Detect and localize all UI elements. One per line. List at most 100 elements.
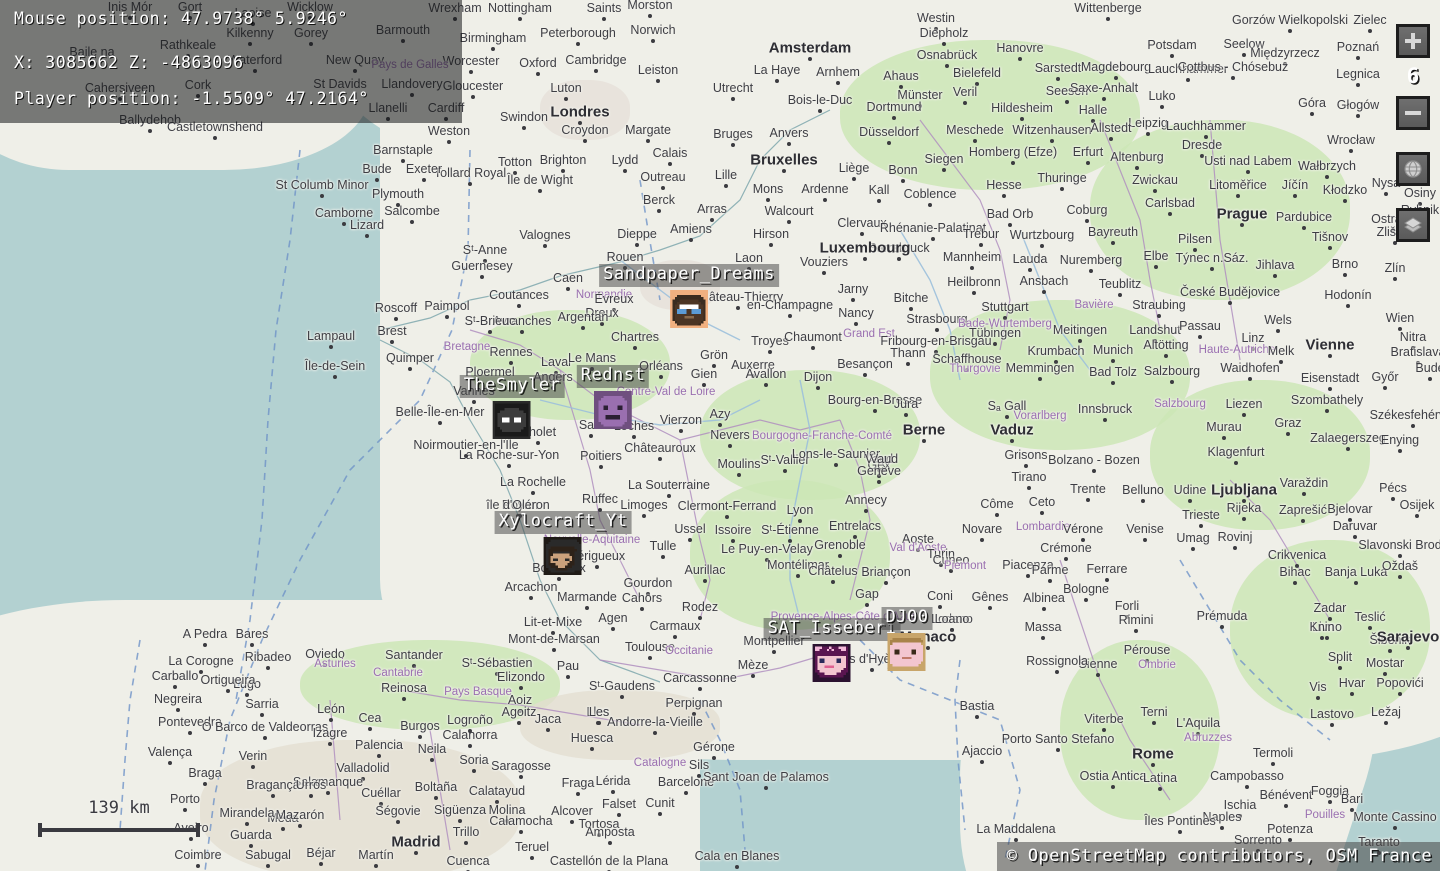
map-city-dot [1391,228,1395,232]
map-city-dot [1106,17,1110,21]
map-city-dot [764,786,768,790]
map-city-dot [365,234,369,238]
map-city-dot [1042,290,1046,294]
map-city-dot [1416,361,1420,365]
minus-icon [1405,111,1421,115]
player-marker[interactable]: TheSmyler [459,375,565,439]
map-city-dot [471,95,475,99]
map-city-dot [787,142,791,146]
map-city-dot [632,435,636,439]
map-city-dot [1384,192,1388,196]
map-city-dot [899,85,903,89]
map-city-dot [251,765,255,769]
map-city-dot [422,178,426,182]
map-city-dot [320,194,324,198]
map-city-dot [863,373,867,377]
map-city-dot [323,663,327,667]
map-city-dot [718,423,722,427]
map-city-dot [1222,436,1226,440]
map-city-dot [495,800,499,804]
map-city-dot [578,121,582,125]
zoom-out-button[interactable] [1396,96,1430,130]
player-marker[interactable]: SAT_Isseberi [763,618,901,682]
map-city-dot [148,129,152,133]
map-layers-button[interactable] [1396,208,1430,242]
map-city-dot [1154,265,1158,269]
map-city-dot [882,468,886,472]
map-city-dot [1158,787,1162,791]
map-city-dot [703,579,707,583]
map-city-dot [1111,359,1115,363]
map-city-dot [1273,274,1277,278]
player-nametag: DJ00 [881,607,933,630]
map-city-dot [877,199,881,203]
map-city-dot [1236,194,1240,198]
map-city-dot [507,464,511,468]
map-city-dot [1279,360,1283,364]
map-city-dot [1020,117,1024,121]
scale-bar-tick-left [38,823,42,837]
map-city-dot [939,563,943,567]
map-city-dot [1078,339,1082,343]
map-city-dot [938,605,942,609]
map-city-dot [464,841,468,845]
map-city-dot [1084,598,1088,602]
map-city-dot [173,685,177,689]
map-city-dot [950,628,954,632]
map-city-dot [368,727,372,731]
map-city-dot [1242,413,1246,417]
map-city-dot [546,728,550,732]
map-city-dot [877,468,881,472]
projection-button[interactable] [1396,152,1430,186]
map-city-dot [583,139,587,143]
map-city-dot [1428,377,1432,381]
player-marker[interactable]: Rednst [576,365,650,429]
map-city-dot [818,109,822,113]
map-city-dot [342,222,346,226]
map-city-dot [408,367,412,371]
map-city-dot [918,104,922,108]
player-marker[interactable]: DJ00 [881,607,933,671]
map-city-dot [418,735,422,739]
scale-bar-graphic [38,823,200,837]
map-city-dot [266,864,270,868]
map-city-dot [970,266,974,270]
map-city-dot [519,775,523,779]
map-city-dot [697,774,701,778]
map-application: WrexhamNottinghamSaintsMorstonWestinWitt… [0,0,1440,871]
map-city-dot [1085,219,1089,223]
map-city-dot [1200,154,1204,158]
player-marker[interactable]: Sandpaper_Dreams [599,264,779,328]
map-city-dot [1081,538,1085,542]
map-canvas[interactable]: WrexhamNottinghamSaintsMorstonWestinWitt… [0,0,1440,871]
map-city-dot [653,731,657,735]
map-city-dot [651,39,655,43]
player-position-text: Player position: -1.5509° 47.2164° [14,89,369,108]
map-city-dot [531,491,535,495]
map-city-dot [1024,464,1028,468]
world-coordinates-text: X: 3085662 Z: -4863096 [14,53,244,72]
debug-info-overlay: Mouse position: 47.9738° 5.9246° X: 3085… [0,0,462,123]
map-city-dot [765,558,769,562]
mouse-position-text: Mouse position: 47.9738° 5.9246° [14,9,348,28]
map-city-dot [611,790,615,794]
attribution-text[interactable]: © OpenStreetMap contributors, OSM France [996,842,1440,871]
map-city-dot [808,57,812,61]
map-city-dot [988,606,992,610]
map-city-dot [692,712,696,716]
map-city-dot [822,271,826,275]
map-city-dot [1271,762,1275,766]
map-city-dot [1055,670,1059,674]
map-city-dot [1056,77,1060,81]
map-city-dot [728,444,732,448]
map-city-dot [576,42,580,46]
player-marker[interactable]: Xylocraft_Yt [494,511,632,575]
map-city-dot [1114,76,1118,80]
map-city-dot [863,257,867,261]
map-city-dot [1411,424,1415,428]
map-city-dot [1356,83,1360,87]
globe-icon [1404,160,1422,178]
map-city-dot [396,203,400,207]
map-city-dot [536,441,540,445]
zoom-in-button[interactable] [1396,24,1430,58]
